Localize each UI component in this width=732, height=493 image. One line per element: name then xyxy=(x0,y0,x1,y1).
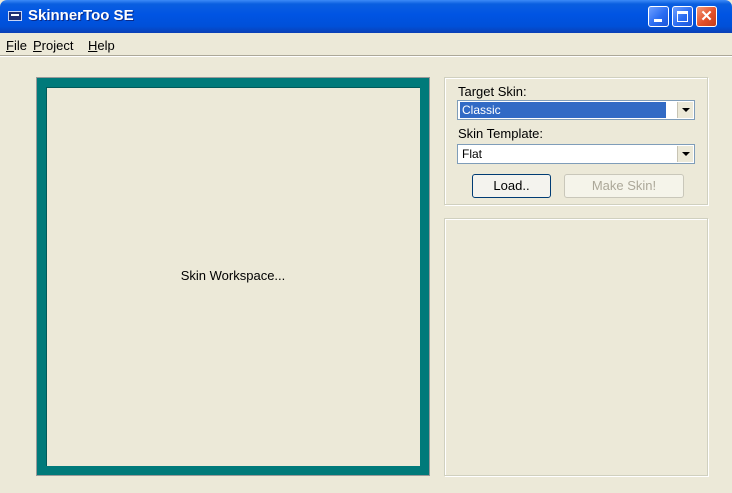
minimize-icon xyxy=(654,19,662,22)
app-window: SkinnerToo SE ✕ File Project Help Skin W… xyxy=(0,0,732,493)
target-skin-select[interactable]: Classic xyxy=(457,100,695,120)
menu-bar: File Project Help xyxy=(0,33,732,55)
target-skin-label: Target Skin: xyxy=(458,84,527,99)
menu-help[interactable]: Help xyxy=(88,38,115,53)
skin-template-value: Flat xyxy=(462,147,483,161)
menu-file[interactable]: File xyxy=(6,38,27,53)
skin-template-label: Skin Template: xyxy=(458,126,544,141)
close-icon: ✕ xyxy=(700,8,713,25)
window-title: SkinnerToo SE xyxy=(28,7,134,24)
workspace-label: Skin Workspace... xyxy=(180,268,286,283)
close-button[interactable]: ✕ xyxy=(696,6,717,27)
menu-separator xyxy=(0,55,732,57)
maximize-icon xyxy=(677,11,688,22)
app-icon[interactable] xyxy=(8,11,22,21)
chevron-down-icon[interactable] xyxy=(677,146,693,162)
chevron-down-icon[interactable] xyxy=(677,102,693,118)
preview-group xyxy=(444,218,708,476)
load-button[interactable]: Load.. xyxy=(472,174,551,198)
skin-workspace[interactable]: Skin Workspace... xyxy=(37,78,429,475)
make-skin-button[interactable]: Make Skin! xyxy=(564,174,684,198)
minimize-button[interactable] xyxy=(648,6,669,27)
target-skin-value: Classic xyxy=(460,102,666,118)
skin-template-select[interactable]: Flat xyxy=(457,144,695,164)
maximize-button[interactable] xyxy=(672,6,693,27)
menu-project[interactable]: Project xyxy=(33,38,73,53)
title-bar[interactable]: SkinnerToo SE ✕ xyxy=(0,0,732,33)
